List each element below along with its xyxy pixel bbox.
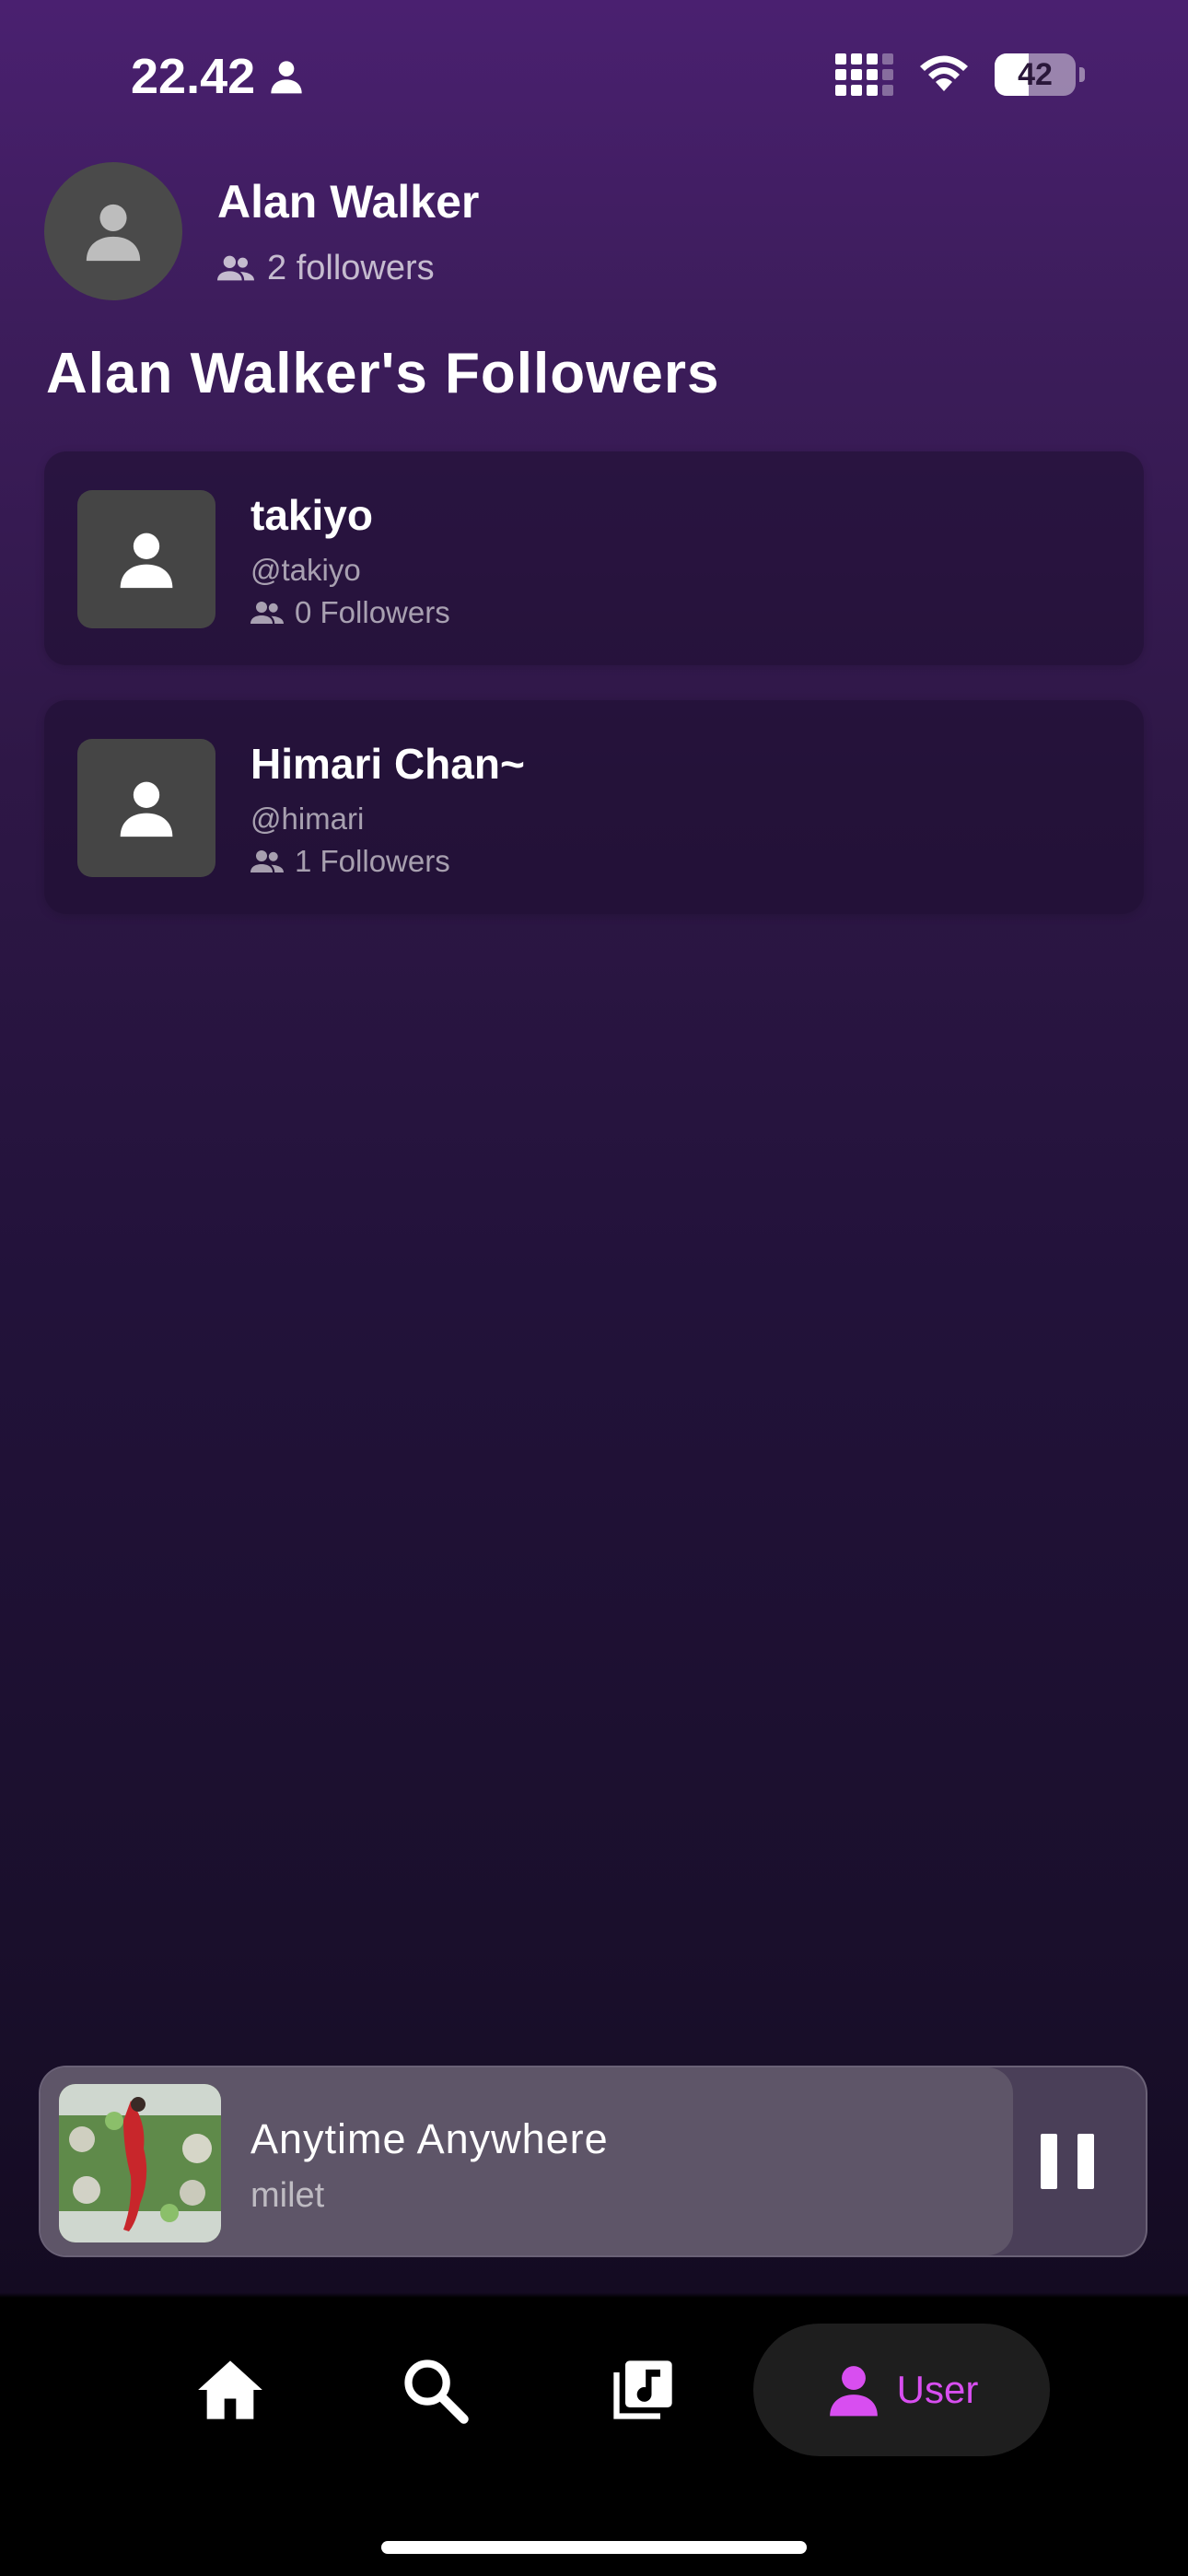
bottom-navigation: User — [0, 2294, 1188, 2576]
battery-tip — [1079, 67, 1085, 82]
follower-avatar — [77, 490, 215, 628]
status-time-text: 22.42 — [131, 49, 256, 104]
status-indicators: 42 — [835, 53, 1085, 96]
person-icon — [86, 204, 141, 262]
follower-name: Himari Chan~ — [250, 740, 525, 788]
follower-name: takiyo — [250, 491, 373, 539]
nav-home[interactable] — [195, 2324, 265, 2456]
group-icon — [217, 255, 254, 281]
search-icon — [404, 2359, 469, 2424]
nav-user-label: User — [896, 2368, 979, 2411]
follower-card[interactable]: Himari Chan~ @himari 1 Followers — [44, 700, 1144, 914]
album-art[interactable] — [59, 2084, 221, 2242]
page-title: Alan Walker's Followers — [46, 342, 720, 405]
wifi-icon — [920, 55, 968, 91]
profile-header: Alan Walker 2 followers — [44, 162, 479, 300]
home-indicator — [381, 2541, 807, 2554]
follower-count: 0 Followers — [250, 595, 450, 630]
person-icon — [120, 781, 173, 837]
mini-player[interactable]: Anytime Anywhere milet — [39, 2066, 1147, 2257]
group-icon — [250, 850, 284, 872]
follower-handle: @takiyo — [250, 553, 361, 587]
music-library-icon — [613, 2360, 672, 2419]
user-icon — [829, 2366, 878, 2417]
pause-icon — [1041, 2134, 1057, 2189]
profile-avatar[interactable] — [44, 162, 182, 300]
follower-avatar — [77, 739, 215, 877]
signal-icon — [835, 53, 893, 96]
follower-handle: @himari — [250, 802, 365, 836]
profile-name: Alan Walker — [217, 175, 480, 228]
group-icon — [250, 602, 284, 624]
status-bar: 22.42 42 — [0, 0, 1188, 157]
nav-search[interactable] — [400, 2324, 470, 2456]
now-playing-title: Anytime Anywhere — [250, 2115, 609, 2162]
follower-count: 1 Followers — [250, 844, 450, 879]
battery-level: 42 — [1018, 56, 1053, 92]
nav-library[interactable] — [608, 2324, 678, 2456]
follower-count-text: 0 Followers — [295, 595, 450, 629]
profile-followers-text: 2 followers — [267, 248, 435, 287]
follower-count-text: 1 Followers — [295, 844, 450, 878]
status-time: 22.42 — [131, 48, 305, 105]
follower-card[interactable]: takiyo @takiyo 0 Followers — [44, 451, 1144, 665]
pause-button[interactable] — [1041, 2134, 1094, 2189]
pause-icon-bar — [1077, 2134, 1094, 2189]
nav-user[interactable]: User — [753, 2324, 1050, 2456]
now-playing-artist: milet — [250, 2176, 325, 2215]
person-icon — [120, 533, 173, 589]
person-icon — [271, 61, 302, 94]
battery-indicator: 42 — [995, 53, 1076, 96]
home-icon — [198, 2360, 262, 2419]
profile-followers-count[interactable]: 2 followers — [217, 249, 479, 288]
